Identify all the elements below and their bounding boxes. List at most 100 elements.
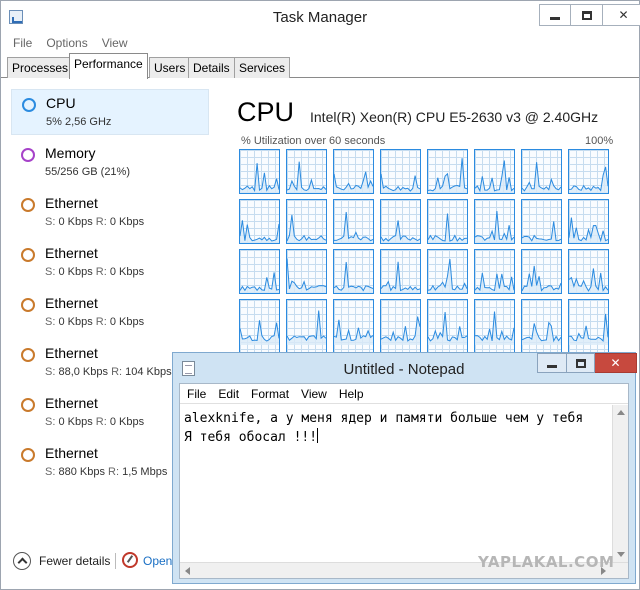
- cpu-core-graph: [286, 199, 327, 244]
- sparkline-fill: [381, 220, 420, 243]
- cpu-core-sparkline: [240, 220, 279, 243]
- sidebar-item-value: 5% 2,56 GHz: [46, 116, 112, 128]
- open-resource-monitor-link[interactable]: Open: [143, 554, 172, 568]
- sidebar-item-label: Ethernet: [45, 395, 98, 411]
- utilization-max-label: 100%: [585, 135, 614, 147]
- close-button[interactable]: ✕: [603, 4, 640, 26]
- cpu-core-sparkline: [428, 259, 467, 293]
- close-icon: ✕: [618, 8, 629, 22]
- maximize-icon: [581, 10, 592, 20]
- cpu-core-sparkline: [287, 258, 326, 293]
- sidebar-item-value: S: 0 Kbps R: 0 Kbps: [45, 266, 145, 278]
- cpu-core-graph: [333, 249, 374, 294]
- menu-view[interactable]: View: [95, 34, 135, 52]
- cpu-core-graph: [380, 299, 421, 359]
- cpu-core-graph: [380, 249, 421, 294]
- cpu-core-sparkline: [428, 311, 467, 345]
- sidebar-item-label: Ethernet: [45, 245, 98, 261]
- cpu-core-graph: [568, 149, 609, 194]
- sidebar-item-ethernet[interactable]: Ethernet S: 0 Kbps R: 0 Kbps: [11, 190, 209, 236]
- notepad-menu-edit[interactable]: Edit: [212, 384, 245, 403]
- sidebar-item-label: Ethernet: [45, 345, 98, 361]
- cpu-core-sparkline: [381, 220, 420, 243]
- cpu-core-sparkline: [334, 171, 373, 193]
- cpu-core-sparkline: [569, 166, 608, 193]
- cpu-core-graph: [474, 199, 515, 244]
- fewer-details-link[interactable]: Fewer details: [39, 554, 110, 568]
- cpu-core-graph: [521, 149, 562, 194]
- cpu-core-graph: [427, 199, 468, 244]
- cpu-heading: CPU: [237, 97, 295, 127]
- cpu-core-graph: [427, 299, 468, 359]
- cpu-core-sparkline: [428, 213, 467, 243]
- tab-processes[interactable]: Processes: [7, 57, 74, 78]
- ethernet-ring-icon: [21, 298, 35, 312]
- cpu-core-sparkline: [475, 160, 514, 193]
- sidebar-item-memory[interactable]: Memory 55/256 GB (21%): [11, 140, 209, 186]
- cpu-core-sparkline: [569, 313, 608, 345]
- cpu-core-graph: [568, 199, 609, 244]
- maximize-icon: [575, 358, 586, 368]
- cpu-core-graph: [333, 149, 374, 194]
- sidebar-item-ethernet[interactable]: Ethernet S: 0 Kbps R: 0 Kbps: [11, 290, 209, 336]
- tab-performance[interactable]: Performance: [69, 53, 148, 79]
- cpu-ring-icon: [22, 98, 36, 112]
- cpu-core-sparkline: [287, 161, 326, 193]
- sparkline-line: [569, 313, 608, 342]
- tab-details[interactable]: Details: [188, 57, 235, 78]
- tab-users[interactable]: Users: [149, 57, 191, 78]
- sidebar-item-value: S: 880 Kbps R: 1,5 Mbps: [45, 466, 168, 478]
- tab-services[interactable]: Services: [234, 57, 291, 78]
- ethernet-ring-icon: [21, 398, 35, 412]
- cpu-core-sparkline: [522, 321, 561, 345]
- resource-monitor-icon: [122, 552, 138, 568]
- cpu-core-sparkline: [334, 319, 373, 345]
- cpu-core-sparkline: [475, 311, 514, 345]
- cpu-model-name: Intel(R) Xeon(R) CPU E5-2630 v3 @ 2.40GH…: [310, 109, 599, 125]
- sidebar-item-value: S: 0 Kbps R: 0 Kbps: [45, 216, 145, 228]
- cpu-core-sparkline: [522, 221, 561, 243]
- maximize-button[interactable]: [571, 4, 603, 26]
- cpu-core-sparkline: [569, 217, 608, 243]
- minimize-button[interactable]: [539, 4, 571, 26]
- notepad-minimize-button[interactable]: [537, 353, 567, 373]
- notepad-titlebar[interactable]: Untitled - Notepad ✕: [173, 353, 637, 383]
- ethernet-ring-icon: [21, 248, 35, 262]
- cpu-core-graph: [380, 149, 421, 194]
- cpu-core-graph: [568, 249, 609, 294]
- cpu-core-sparkline: [522, 162, 561, 193]
- sidebar-item-label: Ethernet: [45, 445, 98, 461]
- vertical-scrollbar[interactable]: [612, 405, 628, 562]
- memory-ring-icon: [21, 148, 35, 162]
- menu-options[interactable]: Options: [39, 34, 94, 52]
- minimize-icon: [550, 16, 560, 20]
- cpu-core-graph: [380, 199, 421, 244]
- sidebar-item-cpu[interactable]: CPU 5% 2,56 GHz: [11, 89, 209, 135]
- notepad-menu-file[interactable]: File: [180, 384, 212, 403]
- sidebar-item-value: S: 88,0 Kbps R: 104 Kbps: [45, 366, 172, 378]
- cpu-core-sparkline: [569, 268, 608, 293]
- cpu-core-graph: [286, 249, 327, 294]
- notepad-maximize-button[interactable]: [567, 353, 595, 373]
- cpu-core-graph: [568, 299, 609, 359]
- sidebar-item-ethernet[interactable]: Ethernet S: 0 Kbps R: 0 Kbps: [11, 240, 209, 286]
- sidebar-item-label: CPU: [46, 95, 76, 111]
- cpu-core-sparkline: [240, 163, 279, 193]
- cpu-core-sparkline: [428, 158, 467, 193]
- notepad-menu-format[interactable]: Format: [245, 384, 295, 403]
- notepad-text-area[interactable]: alexknife, а у меня ядер и памяти больше…: [180, 405, 612, 562]
- cpu-core-sparkline: [381, 173, 420, 193]
- notepad-close-button[interactable]: ✕: [595, 353, 637, 373]
- menu-file[interactable]: File: [1, 34, 39, 52]
- notepad-menu-view[interactable]: View: [295, 384, 333, 403]
- cpu-core-sparkline: [475, 211, 514, 243]
- minimize-icon: [547, 364, 557, 368]
- cpu-core-graph: [333, 199, 374, 244]
- notepad-menu-help[interactable]: Help: [333, 384, 370, 403]
- cpu-core-graph: [286, 299, 327, 359]
- sparkline-line: [381, 220, 420, 242]
- task-manager-titlebar[interactable]: Task Manager ✕: [1, 1, 640, 33]
- chevron-up-icon[interactable]: [13, 552, 31, 570]
- cpu-core-graph: [239, 249, 280, 294]
- utilization-label: % Utilization over 60 seconds: [241, 135, 386, 147]
